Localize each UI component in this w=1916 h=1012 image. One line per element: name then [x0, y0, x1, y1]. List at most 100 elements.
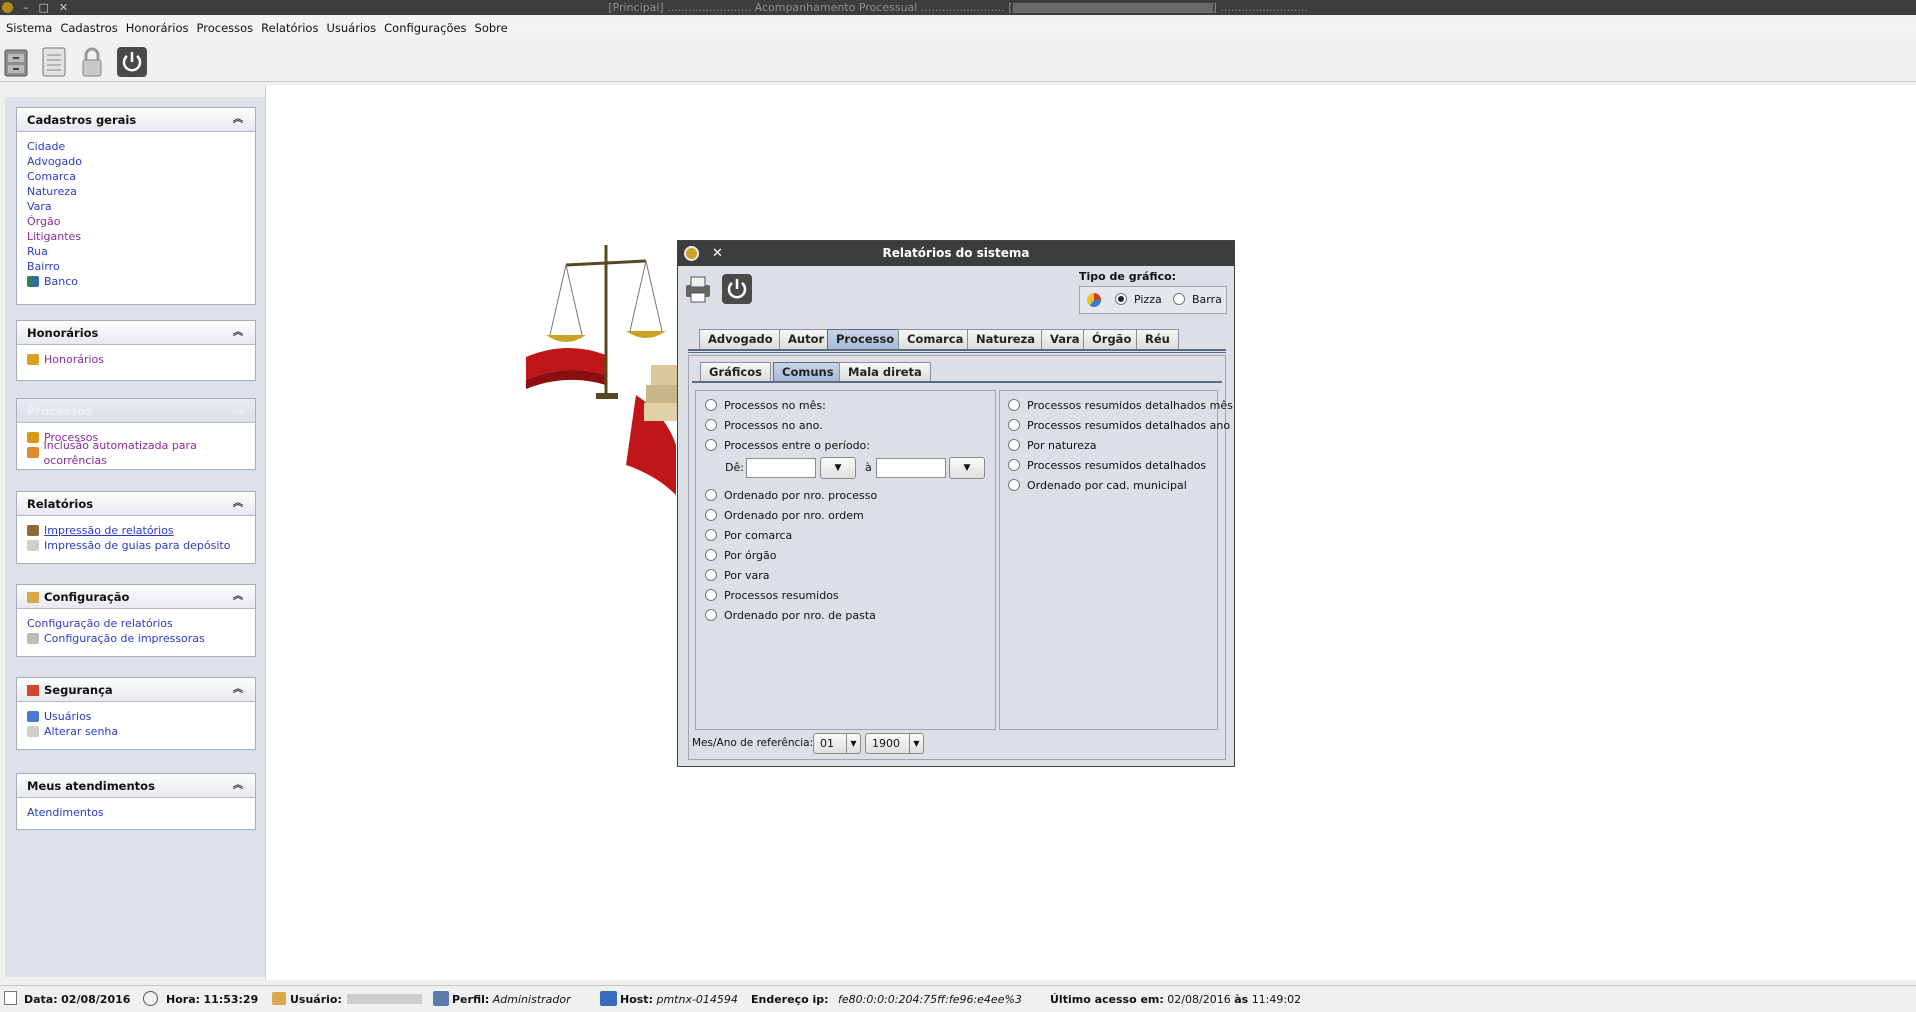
opt-por-orgao[interactable]: Por órgão — [705, 548, 777, 564]
collapse-icon[interactable]: ︽ — [233, 399, 243, 423]
menu-cadastros[interactable]: Cadastros — [60, 21, 117, 35]
tab-autor[interactable]: Autor — [779, 329, 834, 350]
radio-button[interactable] — [705, 399, 717, 411]
opt-ordenado-nro-ordem[interactable]: Ordenado por nro. ordem — [705, 508, 864, 524]
radio-button[interactable] — [705, 489, 717, 501]
opt-por-vara[interactable]: Por vara — [705, 568, 770, 584]
dialog-close-button[interactable]: ✕ — [712, 241, 723, 266]
radio-button[interactable] — [1008, 459, 1020, 471]
subtab-mala-direta[interactable]: Mala direta — [839, 362, 931, 382]
radio-button[interactable] — [1008, 399, 1020, 411]
menu-sistema[interactable]: Sistema — [6, 21, 52, 35]
opt-processos-resumidos[interactable]: Processos resumidos — [705, 588, 839, 604]
sidebar-item-rua[interactable]: Rua — [27, 244, 255, 259]
subtab-graficos[interactable]: Gráficos — [700, 362, 771, 382]
radio-button[interactable] — [1008, 479, 1020, 491]
sidebar-item-atendimentos[interactable]: Atendimentos — [27, 805, 255, 820]
panel-header[interactable]: Configuração ︽ — [17, 585, 255, 609]
radio-button[interactable] — [705, 529, 717, 541]
panel-header[interactable]: Honorários ︽ — [17, 321, 255, 345]
radio-button[interactable] — [1115, 293, 1127, 305]
radio-button[interactable] — [705, 589, 717, 601]
opt-ordenado-cad-municipal[interactable]: Ordenado por cad. municipal — [1008, 478, 1187, 494]
sidebar-item-bairro[interactable]: Bairro — [27, 259, 255, 274]
sidebar-item-usuarios[interactable]: Usuários — [27, 709, 255, 724]
tab-reu[interactable]: Réu — [1136, 329, 1179, 350]
radio-button[interactable] — [705, 419, 717, 431]
lock-icon[interactable] — [77, 44, 107, 78]
opt-resumidos-detalhados-mes[interactable]: Processos resumidos detalhados mês — [1008, 398, 1233, 414]
period-from-field[interactable] — [746, 458, 816, 478]
radio-button[interactable] — [1008, 439, 1020, 451]
menu-processos[interactable]: Processos — [197, 21, 254, 35]
sidebar-item-banco[interactable]: Banco — [27, 274, 255, 289]
opt-resumidos-detalhados-ano[interactable]: Processos resumidos detalhados ano — [1008, 418, 1230, 434]
opt-por-natureza[interactable]: Por natureza — [1008, 438, 1097, 454]
ref-month-select[interactable]: 01 ▼ — [813, 733, 861, 754]
opt-por-comarca[interactable]: Por comarca — [705, 528, 792, 544]
radio-barra[interactable]: Barra — [1173, 292, 1222, 308]
collapse-icon[interactable]: ︽ — [233, 321, 243, 345]
sidebar-item-vara[interactable]: Vara — [27, 199, 255, 214]
menu-usuarios[interactable]: Usuários — [326, 21, 376, 35]
radio-button[interactable] — [705, 569, 717, 581]
period-to-dropdown[interactable]: ▼ — [949, 457, 985, 479]
ref-year-select[interactable]: 1900 ▼ — [865, 733, 924, 754]
radio-button[interactable] — [705, 439, 717, 451]
panel-header[interactable]: Cadastros gerais ︽ — [17, 108, 255, 132]
sidebar-item-orgao[interactable]: Órgão — [27, 214, 255, 229]
tab-natureza[interactable]: Natureza — [967, 329, 1044, 350]
opt-resumidos-detalhados[interactable]: Processos resumidos detalhados — [1008, 458, 1206, 474]
panel-header[interactable]: Segurança ︽ — [17, 678, 255, 702]
opt-processos-entre-periodo[interactable]: Processos entre o período: — [705, 438, 870, 454]
collapse-icon[interactable]: ︽ — [233, 108, 243, 132]
sidebar-item-impressao-relatorios[interactable]: Impressão de relatórios — [27, 523, 255, 538]
radio-button[interactable] — [705, 549, 717, 561]
collapse-icon[interactable]: ︽ — [233, 492, 243, 516]
radio-button[interactable] — [1173, 293, 1185, 305]
period-to-field[interactable] — [876, 458, 946, 478]
power-icon[interactable] — [116, 44, 147, 78]
panel-title: Meus atendimentos — [27, 779, 155, 793]
sidebar-item-litigantes[interactable]: Litigantes — [27, 229, 255, 244]
tab-vara[interactable]: Vara — [1041, 329, 1089, 350]
cabinet-icon[interactable] — [2, 44, 32, 78]
sidebar-item-cidade[interactable]: Cidade — [27, 139, 255, 154]
tab-comarca[interactable]: Comarca — [898, 329, 973, 350]
panel-header[interactable]: Meus atendimentos ︽ — [17, 774, 255, 798]
print-icon[interactable] — [682, 273, 714, 305]
sidebar-item-comarca[interactable]: Comarca — [27, 169, 255, 184]
collapse-icon[interactable]: ︽ — [233, 585, 243, 609]
radio-button[interactable] — [705, 609, 717, 621]
tab-orgao[interactable]: Órgão — [1083, 329, 1141, 350]
radio-pizza[interactable]: Pizza — [1115, 292, 1162, 308]
collapse-icon[interactable]: ︽ — [233, 774, 243, 798]
menu-sobre[interactable]: Sobre — [475, 21, 508, 35]
subtab-comuns[interactable]: Comuns — [773, 362, 843, 382]
panel-header[interactable]: Processos ︽ — [17, 399, 255, 423]
menu-configuracoes[interactable]: Configurações — [384, 21, 466, 35]
power-icon[interactable] — [721, 273, 753, 305]
sidebar-item-alterar-senha[interactable]: Alterar senha — [27, 724, 255, 739]
radio-button[interactable] — [705, 509, 717, 521]
opt-processos-no-mes[interactable]: Processos no mês: — [705, 398, 826, 414]
period-from-dropdown[interactable]: ▼ — [820, 457, 856, 479]
sidebar-item-impressao-guias[interactable]: Impressão de guias para depósito — [27, 538, 255, 553]
notepad-icon[interactable] — [39, 44, 69, 78]
sidebar-item-honorarios[interactable]: Honorários — [27, 352, 255, 367]
menu-honorarios[interactable]: Honorários — [126, 21, 189, 35]
sidebar-item-natureza[interactable]: Natureza — [27, 184, 255, 199]
tab-advogado[interactable]: Advogado — [699, 329, 782, 350]
menu-relatorios[interactable]: Relatórios — [261, 21, 318, 35]
sidebar-item-advogado[interactable]: Advogado — [27, 154, 255, 169]
radio-button[interactable] — [1008, 419, 1020, 431]
tab-processo[interactable]: Processo — [827, 329, 904, 350]
panel-header[interactable]: Relatórios ︽ — [17, 492, 255, 516]
opt-processos-no-ano[interactable]: Processos no ano. — [705, 418, 823, 434]
sidebar-item-config-relatorios[interactable]: Configuração de relatórios — [27, 616, 255, 631]
sidebar-item-config-impressoras[interactable]: Configuração de impressoras — [27, 631, 255, 646]
collapse-icon[interactable]: ︽ — [233, 678, 243, 702]
opt-ordenado-nro-processo[interactable]: Ordenado por nro. processo — [705, 488, 877, 504]
opt-ordenado-nro-pasta[interactable]: Ordenado por nro. de pasta — [705, 608, 876, 624]
sidebar-item-inclusao-automatizada[interactable]: Inclusão automatizada para ocorrências — [27, 439, 255, 467]
